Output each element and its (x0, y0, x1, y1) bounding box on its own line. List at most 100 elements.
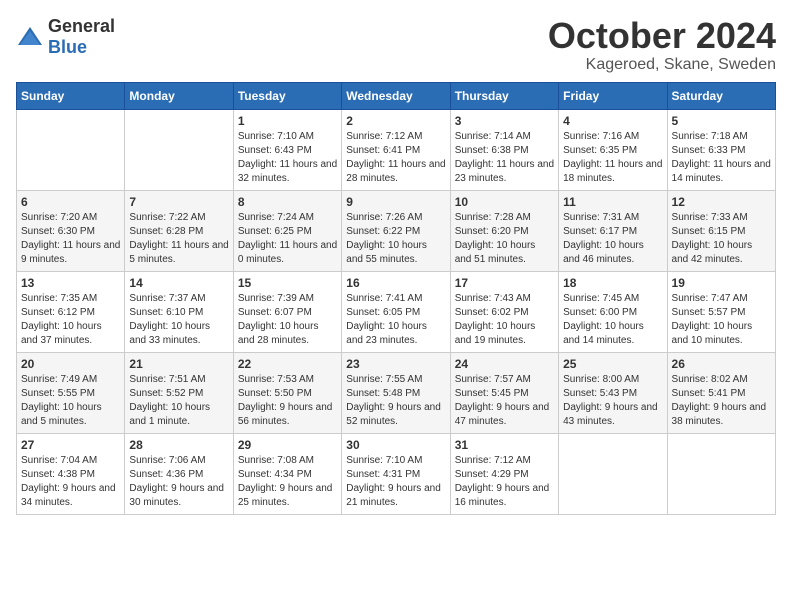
day-content: Sunrise: 7:39 AM Sunset: 6:07 PM Dayligh… (238, 292, 337, 348)
day-cell: 2 Sunrise: 7:12 AM Sunset: 6:41 PM Daylig… (342, 109, 450, 190)
day-content: Sunrise: 7:41 AM Sunset: 6:05 PM Dayligh… (346, 292, 445, 348)
col-header-tuesday: Tuesday (233, 82, 341, 109)
day-number: 3 (455, 114, 554, 128)
day-number: 16 (346, 276, 445, 290)
week-row-5: 27Sunrise: 7:04 AM Sunset: 4:38 PM Dayli… (17, 433, 776, 514)
day-cell: 6 Sunrise: 7:20 AM Sunset: 6:30 PM Daylig… (17, 190, 125, 271)
day-number: 10 (455, 195, 554, 209)
logo: General Blue (16, 16, 115, 58)
logo-blue: Blue (48, 37, 87, 57)
day-content: Sunrise: 7:33 AM Sunset: 6:15 PM Dayligh… (672, 211, 771, 267)
day-number: 24 (455, 357, 554, 371)
day-content: Sunrise: 7:26 AM Sunset: 6:22 PM Dayligh… (346, 211, 445, 267)
day-number: 15 (238, 276, 337, 290)
title-block: October 2024 Kageroed, Skane, Sweden (548, 16, 776, 74)
day-cell: 31 Sunrise: 7:12 AM Sunset: 4:29 PM Dayli… (450, 433, 558, 514)
day-content: Sunrise: 7:55 AM Sunset: 5:48 PM Dayligh… (346, 373, 445, 429)
day-number: 23 (346, 357, 445, 371)
week-row-3: 13 Sunrise: 7:35 AM Sunset: 6:12 PM Dayli… (17, 271, 776, 352)
day-cell: 5Sunrise: 7:18 AM Sunset: 6:33 PM Daylig… (667, 109, 775, 190)
day-cell: 14Sunrise: 7:37 AM Sunset: 6:10 PM Dayli… (125, 271, 233, 352)
day-content: Sunrise: 7:20 AM Sunset: 6:30 PM Dayligh… (21, 211, 120, 267)
day-number: 6 (21, 195, 120, 209)
day-number: 9 (346, 195, 445, 209)
day-number: 14 (129, 276, 228, 290)
month-title: October 2024 (548, 16, 776, 56)
day-cell: 28 Sunrise: 7:06 AM Sunset: 4:36 PM Dayli… (125, 433, 233, 514)
day-content: Sunrise: 8:00 AM Sunset: 5:43 PM Dayligh… (563, 373, 662, 429)
day-content: Sunrise: 7:31 AM Sunset: 6:17 PM Dayligh… (563, 211, 662, 267)
week-row-4: 20 Sunrise: 7:49 AM Sunset: 5:55 PM Dayli… (17, 352, 776, 433)
col-header-monday: Monday (125, 82, 233, 109)
week-row-1: 1Sunrise: 7:10 AM Sunset: 6:43 PM Daylig… (17, 109, 776, 190)
day-number: 2 (346, 114, 445, 128)
day-cell: 3 Sunrise: 7:14 AM Sunset: 6:38 PM Daylig… (450, 109, 558, 190)
day-number: 17 (455, 276, 554, 290)
day-content: Sunrise: 7:08 AM Sunset: 4:34 PM Dayligh… (238, 454, 337, 510)
day-number: 31 (455, 438, 554, 452)
day-cell: 11 Sunrise: 7:31 AM Sunset: 6:17 PM Dayli… (559, 190, 667, 271)
logo-text: General Blue (48, 16, 115, 58)
day-number: 30 (346, 438, 445, 452)
day-cell: 19 Sunrise: 7:47 AM Sunset: 5:57 PM Dayli… (667, 271, 775, 352)
day-number: 5 (672, 114, 771, 128)
day-content: Sunrise: 7:35 AM Sunset: 6:12 PM Dayligh… (21, 292, 120, 348)
col-header-wednesday: Wednesday (342, 82, 450, 109)
day-number: 29 (238, 438, 337, 452)
day-number: 20 (21, 357, 120, 371)
day-cell: 27Sunrise: 7:04 AM Sunset: 4:38 PM Dayli… (17, 433, 125, 514)
logo-general: General (48, 16, 115, 36)
day-content: Sunrise: 7:28 AM Sunset: 6:20 PM Dayligh… (455, 211, 554, 267)
day-content: Sunrise: 7:22 AM Sunset: 6:28 PM Dayligh… (129, 211, 228, 267)
day-number: 13 (21, 276, 120, 290)
day-cell: 15 Sunrise: 7:39 AM Sunset: 6:07 PM Dayli… (233, 271, 341, 352)
day-cell: 30Sunrise: 7:10 AM Sunset: 4:31 PM Dayli… (342, 433, 450, 514)
location-title: Kageroed, Skane, Sweden (548, 56, 776, 74)
col-header-friday: Friday (559, 82, 667, 109)
day-content: Sunrise: 7:14 AM Sunset: 6:38 PM Dayligh… (455, 130, 554, 186)
day-content: Sunrise: 7:04 AM Sunset: 4:38 PM Dayligh… (21, 454, 120, 510)
day-number: 1 (238, 114, 337, 128)
day-content: Sunrise: 7:12 AM Sunset: 6:41 PM Dayligh… (346, 130, 445, 186)
day-cell: 8 Sunrise: 7:24 AM Sunset: 6:25 PM Daylig… (233, 190, 341, 271)
day-cell (559, 433, 667, 514)
day-cell: 26Sunrise: 8:02 AM Sunset: 5:41 PM Dayli… (667, 352, 775, 433)
day-number: 4 (563, 114, 662, 128)
day-content: Sunrise: 7:57 AM Sunset: 5:45 PM Dayligh… (455, 373, 554, 429)
col-header-thursday: Thursday (450, 82, 558, 109)
day-cell: 13 Sunrise: 7:35 AM Sunset: 6:12 PM Dayli… (17, 271, 125, 352)
day-cell: 29 Sunrise: 7:08 AM Sunset: 4:34 PM Dayli… (233, 433, 341, 514)
day-cell: 12 Sunrise: 7:33 AM Sunset: 6:15 PM Dayli… (667, 190, 775, 271)
day-cell: 21 Sunrise: 7:51 AM Sunset: 5:52 PM Dayli… (125, 352, 233, 433)
day-cell: 24 Sunrise: 7:57 AM Sunset: 5:45 PM Dayli… (450, 352, 558, 433)
day-content: Sunrise: 8:02 AM Sunset: 5:41 PM Dayligh… (672, 373, 771, 429)
day-number: 21 (129, 357, 228, 371)
day-cell: 22 Sunrise: 7:53 AM Sunset: 5:50 PM Dayli… (233, 352, 341, 433)
day-content: Sunrise: 7:12 AM Sunset: 4:29 PM Dayligh… (455, 454, 554, 510)
day-cell: 17 Sunrise: 7:43 AM Sunset: 6:02 PM Dayli… (450, 271, 558, 352)
day-cell (667, 433, 775, 514)
day-content: Sunrise: 7:49 AM Sunset: 5:55 PM Dayligh… (21, 373, 120, 429)
day-number: 11 (563, 195, 662, 209)
day-content: Sunrise: 7:43 AM Sunset: 6:02 PM Dayligh… (455, 292, 554, 348)
day-cell: 1Sunrise: 7:10 AM Sunset: 6:43 PM Daylig… (233, 109, 341, 190)
day-number: 19 (672, 276, 771, 290)
day-cell: 7 Sunrise: 7:22 AM Sunset: 6:28 PM Daylig… (125, 190, 233, 271)
day-number: 28 (129, 438, 228, 452)
day-number: 12 (672, 195, 771, 209)
day-cell: 25Sunrise: 8:00 AM Sunset: 5:43 PM Dayli… (559, 352, 667, 433)
week-row-2: 6 Sunrise: 7:20 AM Sunset: 6:30 PM Daylig… (17, 190, 776, 271)
day-number: 8 (238, 195, 337, 209)
day-cell: 20 Sunrise: 7:49 AM Sunset: 5:55 PM Dayli… (17, 352, 125, 433)
day-content: Sunrise: 7:24 AM Sunset: 6:25 PM Dayligh… (238, 211, 337, 267)
day-content: Sunrise: 7:53 AM Sunset: 5:50 PM Dayligh… (238, 373, 337, 429)
day-content: Sunrise: 7:16 AM Sunset: 6:35 PM Dayligh… (563, 130, 662, 186)
day-number: 22 (238, 357, 337, 371)
header-row: SundayMondayTuesdayWednesdayThursdayFrid… (17, 82, 776, 109)
day-content: Sunrise: 7:06 AM Sunset: 4:36 PM Dayligh… (129, 454, 228, 510)
col-header-sunday: Sunday (17, 82, 125, 109)
day-content: Sunrise: 7:51 AM Sunset: 5:52 PM Dayligh… (129, 373, 228, 429)
day-number: 7 (129, 195, 228, 209)
page-header: General Blue October 2024 Kageroed, Skan… (16, 16, 776, 74)
day-content: Sunrise: 7:47 AM Sunset: 5:57 PM Dayligh… (672, 292, 771, 348)
